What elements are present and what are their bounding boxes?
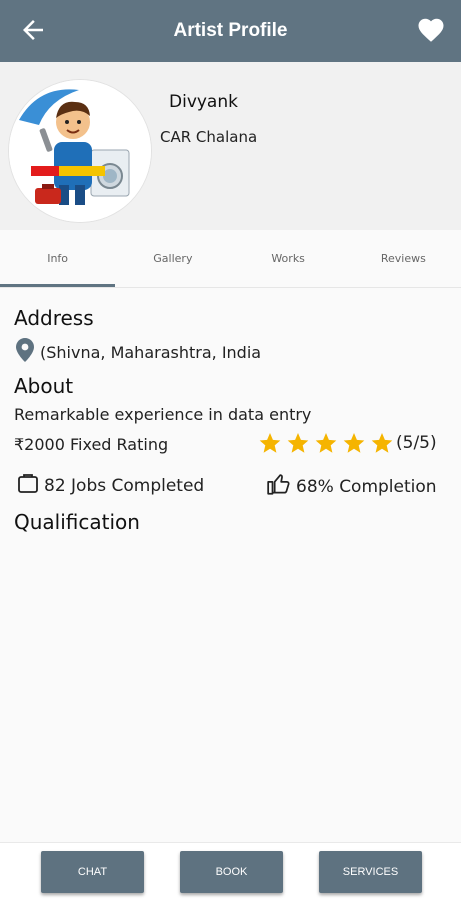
star-icon (371, 433, 393, 453)
completion-rate: 68% Completion (266, 471, 437, 502)
address-text: (Shivna, Maharashtra, India (40, 342, 262, 362)
artist-profession: CAR Chalana (160, 128, 258, 146)
about-heading: About (14, 374, 74, 398)
address-heading: Address (14, 306, 94, 330)
jobs-completed: 82 Jobs Completed (16, 471, 204, 500)
chat-button[interactable]: CHAT (41, 851, 144, 893)
briefcase-icon (16, 471, 44, 500)
tab-works[interactable]: Works (231, 230, 346, 287)
avatar (9, 80, 151, 222)
jobs-completed-text: 82 Jobs Completed (44, 475, 205, 496)
profile-tabs: Info Gallery Works Reviews (0, 230, 461, 287)
address-row: (Shivna, Maharashtra, India (16, 338, 261, 366)
rating-stars: (5/5) (258, 431, 437, 455)
thumbs-up-icon (266, 471, 296, 502)
about-description: Remarkable experience in data entry (14, 405, 312, 424)
star-icon (343, 433, 365, 453)
star-icon (259, 433, 281, 453)
app-bar: Artist Profile (0, 0, 461, 62)
tabs-divider (0, 287, 461, 288)
book-button[interactable]: BOOK (180, 851, 283, 893)
page-title: Artist Profile (173, 20, 288, 41)
rating-text: (5/5) (396, 433, 437, 453)
heart-icon[interactable] (415, 15, 447, 45)
services-button[interactable]: SERVICES (319, 851, 422, 893)
arrow-left-icon[interactable] (18, 15, 48, 45)
tab-gallery[interactable]: Gallery (115, 230, 230, 287)
tab-info[interactable]: Info (0, 230, 116, 287)
qualification-heading: Qualification (14, 510, 140, 534)
location-pin-icon (16, 338, 40, 366)
star-icon (287, 433, 309, 453)
completion-text: 68% Completion (296, 476, 437, 497)
star-icon (315, 433, 337, 453)
price-text: ₹2000 Fixed Rating (14, 435, 169, 454)
artist-name: Divyank (169, 92, 238, 112)
tab-reviews[interactable]: Reviews (346, 230, 461, 287)
